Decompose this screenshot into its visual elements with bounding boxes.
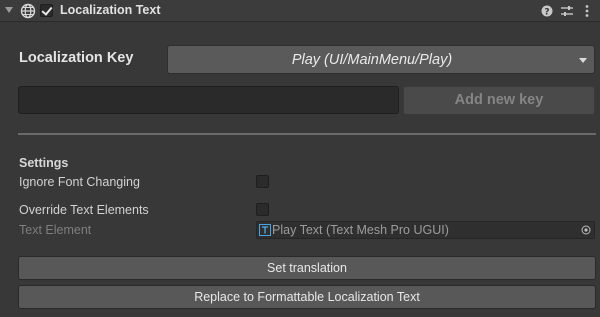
replace-formattable-button[interactable]: Replace to Formattable Localization Text [18, 285, 596, 309]
fold-arrow-icon[interactable] [5, 7, 13, 13]
text-element-label: Text Element [19, 223, 92, 237]
set-translation-button[interactable]: Set translation [18, 256, 596, 280]
presets-icon[interactable] [560, 3, 574, 19]
object-picker-icon[interactable] [581, 225, 591, 235]
localization-key-value: Play (UI/MainMenu/Play) [291, 52, 453, 68]
text-element-object-field[interactable]: Play Text (Text Mesh Pro UGUI) [256, 221, 595, 239]
ignore-font-changing-checkbox[interactable] [256, 175, 269, 188]
divider [18, 133, 596, 135]
help-icon[interactable]: ? [540, 3, 554, 19]
svg-text:?: ? [544, 7, 549, 17]
override-text-elements-label: Override Text Elements [19, 203, 149, 217]
text-mesh-pro-icon [259, 224, 271, 236]
dropdown-arrow-icon [579, 58, 587, 63]
new-key-input[interactable] [18, 86, 399, 114]
localization-key-dropdown[interactable]: Play (UI/MainMenu/Play) [167, 45, 595, 74]
globe-icon [20, 3, 36, 19]
more-menu-icon[interactable] [580, 3, 594, 19]
ignore-font-changing-label: Ignore Font Changing [19, 175, 140, 189]
component-header: Localization Text ? [0, 0, 600, 22]
override-text-elements-checkbox[interactable] [256, 203, 269, 216]
component-enabled-checkbox[interactable] [40, 4, 53, 17]
add-new-key-button[interactable]: Add new key [403, 86, 595, 115]
settings-heading: Settings [19, 156, 69, 170]
localization-key-label: Localization Key [19, 50, 134, 66]
component-title: Localization Text [60, 3, 161, 17]
text-element-value: Play Text (Text Mesh Pro UGUI) [272, 223, 449, 237]
